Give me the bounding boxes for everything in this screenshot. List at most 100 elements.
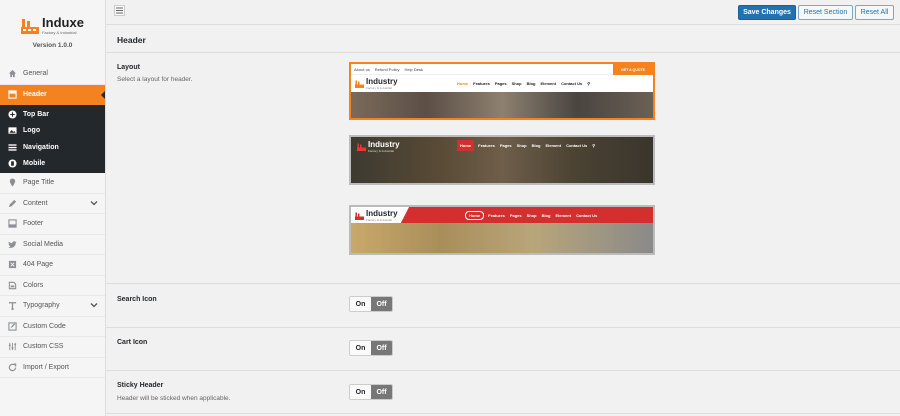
preview-menu-item: Features <box>478 143 495 148</box>
error-page-icon <box>7 260 17 270</box>
sidebar-subitem-label: Mobile <box>23 160 46 168</box>
reset-all-button[interactable]: Reset All <box>855 5 894 20</box>
search-icon: ⚲ <box>592 143 596 148</box>
sidebar-item-page-title[interactable]: Page Title <box>0 173 105 194</box>
list-icon <box>116 7 123 14</box>
sidebar-subitem-top-bar[interactable]: Top Bar <box>0 106 105 123</box>
cart-icon-label: Cart Icon <box>117 339 148 346</box>
plus-circle-icon <box>7 109 17 119</box>
sidebar-item-label: Colors <box>23 281 44 289</box>
layout-description: Select a layout for header. <box>117 76 193 83</box>
factory-icon <box>355 212 364 220</box>
save-changes-button[interactable]: Save Changes <box>738 5 796 20</box>
pin-icon <box>7 178 17 188</box>
sidebar-item-label: Footer <box>23 220 44 228</box>
cart-icon-toggle[interactable]: On Off <box>349 340 393 356</box>
search-icon-label: Search Icon <box>117 296 157 303</box>
preview-menu-item: Shop <box>516 143 527 148</box>
section-title: Header <box>117 35 146 45</box>
factory-icon <box>357 143 366 151</box>
home-icon <box>7 69 17 79</box>
sticky-header-toggle[interactable]: On Off <box>349 384 393 400</box>
refresh-icon <box>7 362 17 372</box>
brand-tagline: Factory & Industrial <box>42 30 77 35</box>
sidebar-item-label: Custom Code <box>23 322 66 330</box>
sidebar-item-import-export[interactable]: Import / Export <box>0 358 105 378</box>
toggle-on-option[interactable]: On <box>350 385 371 399</box>
sidebar-subitem-label: Navigation <box>23 143 59 151</box>
toggle-on-option[interactable]: On <box>350 341 371 355</box>
sidebar-item-content[interactable]: Content <box>0 194 105 214</box>
brand-name: Induxe <box>42 15 84 30</box>
options-sidebar: Induxe Factory & Industrial Version 1.0.… <box>0 0 106 416</box>
toggle-off-option[interactable]: Off <box>371 297 392 311</box>
toggle-off-option[interactable]: Off <box>371 341 392 355</box>
sidebar-item-custom-css[interactable]: Custom CSS <box>0 337 105 358</box>
preview-menu-item: Element <box>545 143 562 148</box>
preview-menu-item: Blog <box>526 81 536 86</box>
preview-menu-item: Pages <box>494 81 507 86</box>
layout-label: Layout <box>117 64 140 71</box>
preview-menu-item: Element <box>540 81 557 86</box>
preview-menu-item: Features <box>473 81 490 86</box>
sidebar-item-label: Social Media <box>23 240 64 248</box>
sidebar-item-label: Typography <box>23 302 60 310</box>
palette-icon <box>7 280 17 290</box>
expand-options-button[interactable] <box>114 5 125 16</box>
header-icon <box>7 90 17 100</box>
sticky-header-label: Sticky Header <box>117 382 164 389</box>
preview-brand: Industry <box>366 209 398 218</box>
sidebar-subitem-logo[interactable]: Logo <box>0 123 105 140</box>
preview-brand: Industry <box>366 76 398 86</box>
sidebar-item-header[interactable]: Header <box>0 84 105 105</box>
preview-menu-item: Shop <box>526 213 537 218</box>
image-icon <box>7 126 17 136</box>
preview-tagline: Factory & Industrial <box>368 149 394 153</box>
twitter-icon <box>7 239 17 249</box>
reset-section-button[interactable]: Reset Section <box>798 5 853 20</box>
factory-icon <box>355 80 364 88</box>
sidebar-item-label: Custom CSS <box>23 343 64 351</box>
version-label: Version 1.0.0 <box>32 42 73 49</box>
preview-menu-item: Home <box>465 211 485 220</box>
sidebar-item-social-media[interactable]: Social Media <box>0 235 105 255</box>
sidebar-item-404-page[interactable]: 404 Page <box>0 255 105 276</box>
sliders-icon <box>7 342 17 352</box>
sidebar-item-label: Import / Export <box>23 363 69 371</box>
sidebar-subitem-label: Top Bar <box>23 110 49 118</box>
divider <box>106 413 900 414</box>
factory-icon <box>21 19 40 34</box>
divider <box>106 370 900 371</box>
divider <box>106 327 900 328</box>
sidebar-item-typography[interactable]: Typography <box>0 296 105 317</box>
sidebar-subitem-navigation[interactable]: Navigation <box>0 139 105 156</box>
chevron-down-icon <box>90 301 98 311</box>
preview-quote-button: GET A QUOTE <box>613 64 653 75</box>
sidebar-item-footer[interactable]: Footer <box>0 214 105 235</box>
preview-menu-item: Contact Us <box>576 213 598 218</box>
header-layout-option-3[interactable]: Industry Factory & Industrial Home Featu… <box>349 205 655 255</box>
sticky-header-description: Header will be sticked when applicable. <box>117 395 231 402</box>
sidebar-item-label: Page Title <box>23 179 55 187</box>
sidebar-item-colors[interactable]: Colors <box>0 276 105 296</box>
preview-tagline: Factory & Industrial <box>366 85 392 90</box>
header-layout-option-1[interactable]: About us Refund Policy Help Desk GET A Q… <box>349 62 655 120</box>
toggle-on-option[interactable]: On <box>350 297 371 311</box>
pencil-icon <box>7 198 17 208</box>
search-icon-toggle[interactable]: On Off <box>349 296 393 312</box>
preview-menu-item: Blog <box>531 143 541 148</box>
preview-menu-item: Pages <box>499 143 512 148</box>
sidebar-subitem-mobile[interactable]: Mobile <box>0 156 105 173</box>
header-submenu: Top Bar Logo Navigation Mobile <box>0 105 105 173</box>
divider <box>106 52 900 53</box>
chevron-down-icon <box>90 199 98 209</box>
mobile-icon <box>7 159 17 169</box>
sidebar-item-custom-code[interactable]: Custom Code <box>0 317 105 337</box>
sidebar-item-label: 404 Page <box>23 261 53 269</box>
divider <box>106 283 900 284</box>
toggle-off-option[interactable]: Off <box>371 385 392 399</box>
sidebar-item-general[interactable]: General <box>0 64 105 85</box>
menu-icon <box>7 142 17 152</box>
search-icon: ⚲ <box>587 81 591 86</box>
header-layout-option-2[interactable]: Industry Factory & Industrial Home Featu… <box>349 135 655 185</box>
